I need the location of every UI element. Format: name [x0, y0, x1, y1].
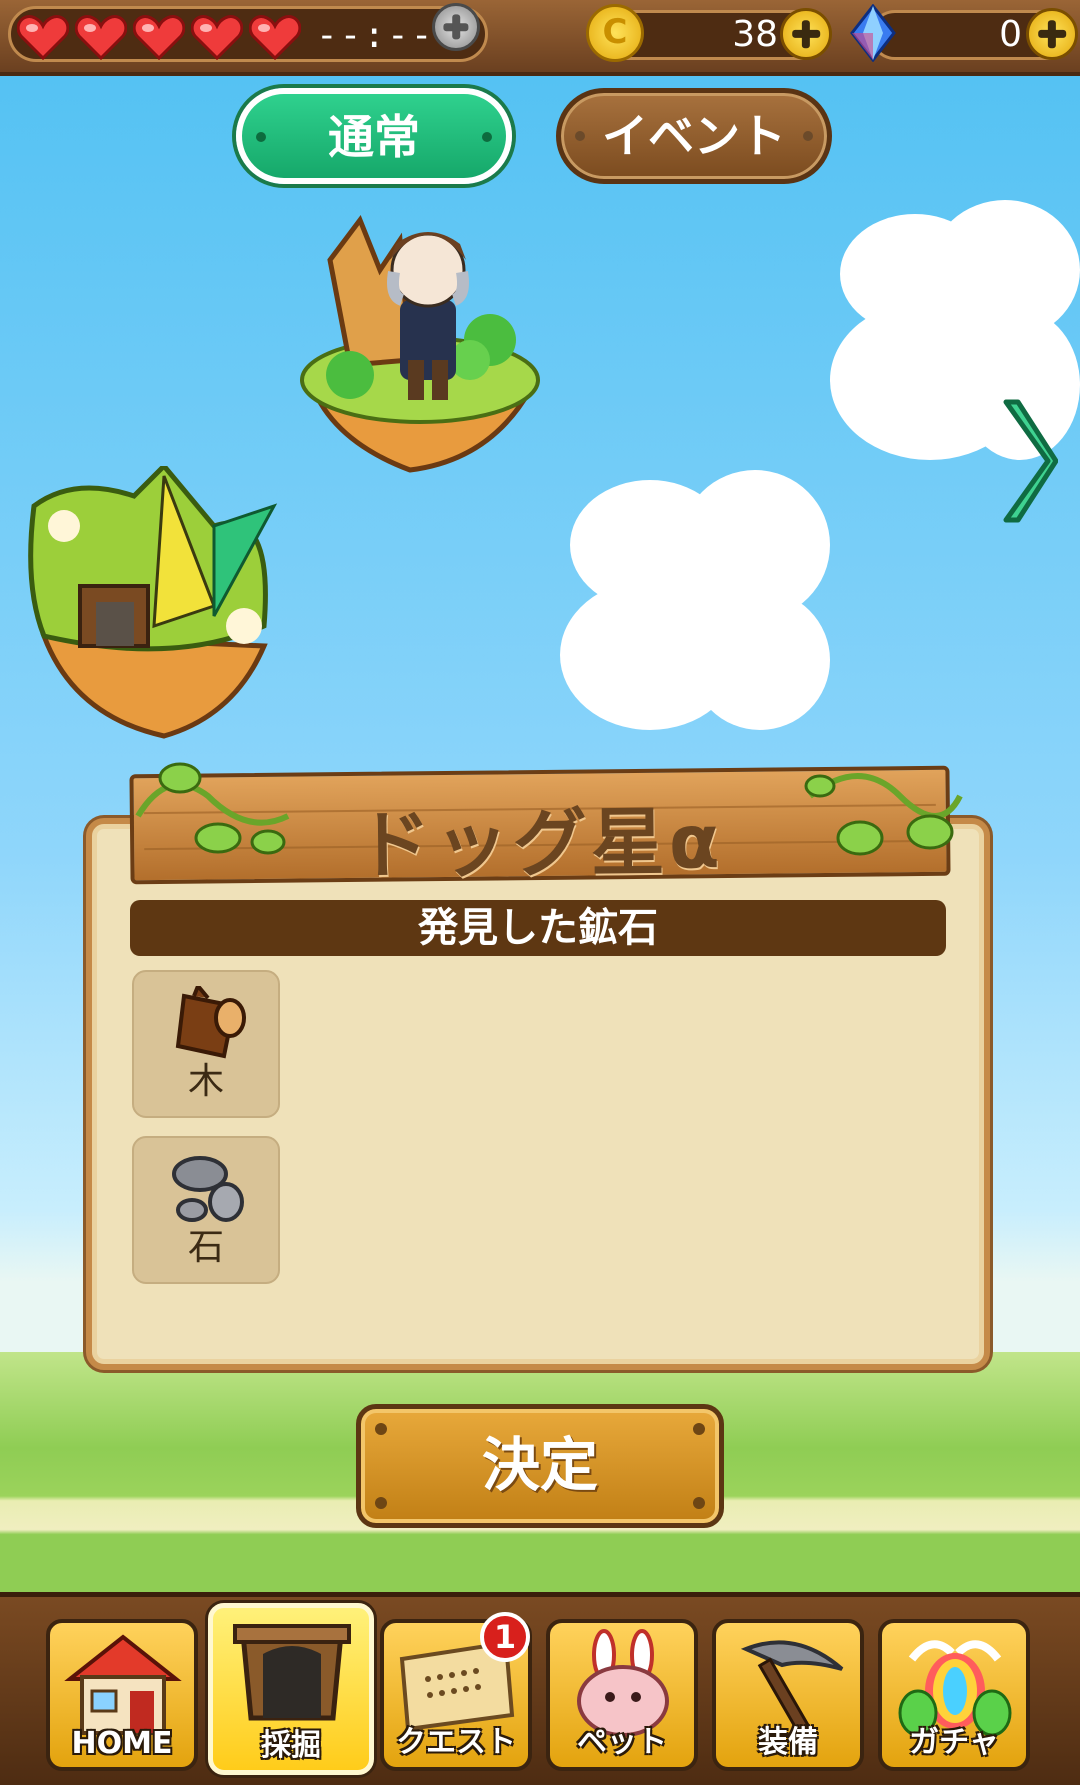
rivet [693, 1423, 705, 1435]
heart-icon [75, 15, 127, 60]
vine-decoration-icon [135, 762, 290, 855]
tab-normal-label: 通常 [328, 110, 420, 164]
tab-event[interactable]: イベント [556, 88, 832, 184]
nav-mining[interactable]: 採掘 [208, 1603, 374, 1775]
confirm-label: 決定 [481, 1431, 598, 1499]
add-stamina-button[interactable] [432, 3, 480, 51]
add-gems-button[interactable] [1026, 8, 1078, 60]
heart-icon [17, 15, 69, 60]
current-planet-island[interactable] [290, 200, 570, 480]
nav-label: ガチャ [909, 1725, 999, 1760]
nav-label: 装備 [758, 1725, 818, 1760]
rivet [482, 132, 492, 142]
rivet [693, 1497, 705, 1509]
coin-count: 38 [732, 14, 778, 55]
tab-event-label: イベント [602, 109, 786, 163]
stamina-timer: --:-- [316, 15, 435, 56]
vine-decoration-icon [804, 773, 963, 856]
ore-section-title: 発見した鉱石 [130, 900, 946, 956]
tab-normal[interactable]: 通常 [236, 88, 512, 184]
mine-entrance-icon [233, 1624, 351, 1721]
gem-count: 0 [999, 14, 1022, 55]
heart-icon [249, 15, 301, 60]
rivet [375, 1497, 387, 1509]
nav-label: HOME [71, 1726, 173, 1761]
rivet [803, 131, 813, 141]
house-icon [64, 1634, 182, 1735]
rivet [375, 1423, 387, 1435]
ore-label: 石 [187, 1227, 224, 1268]
confirm-button[interactable]: 決定 [356, 1404, 724, 1528]
rivet [256, 132, 266, 142]
status-bar: --:-- C 38 0 [0, 0, 1080, 76]
nav-equipment[interactable]: 装備 [712, 1619, 864, 1771]
next-page-arrow-icon[interactable] [996, 396, 1058, 526]
bottom-nav: HOME 採掘 クエスト ペット 装備 ガチャ [0, 1592, 1080, 1785]
quest-notification-badge: 1 [480, 1612, 530, 1662]
nav-home[interactable]: HOME [46, 1619, 198, 1771]
nav-label: クエスト [396, 1725, 516, 1760]
nav-label: 採掘 [261, 1728, 321, 1763]
planet-island-mine[interactable] [14, 466, 294, 746]
stamina-panel: --:-- [8, 6, 488, 62]
nav-gacha[interactable]: ガチャ [878, 1619, 1030, 1771]
gem-icon [850, 4, 896, 62]
coin-icon: C [586, 4, 644, 62]
heart-icon [191, 15, 243, 60]
nav-label: ペット [577, 1725, 667, 1760]
nav-pet[interactable]: ペット [546, 1619, 698, 1771]
ore-item-wood[interactable]: 木 [132, 970, 280, 1118]
ore-label: 木 [187, 1061, 224, 1102]
rivet [575, 131, 585, 141]
ore-item-stone[interactable]: 石 [132, 1136, 280, 1284]
heart-icon [133, 15, 185, 60]
add-coins-button[interactable] [780, 8, 832, 60]
